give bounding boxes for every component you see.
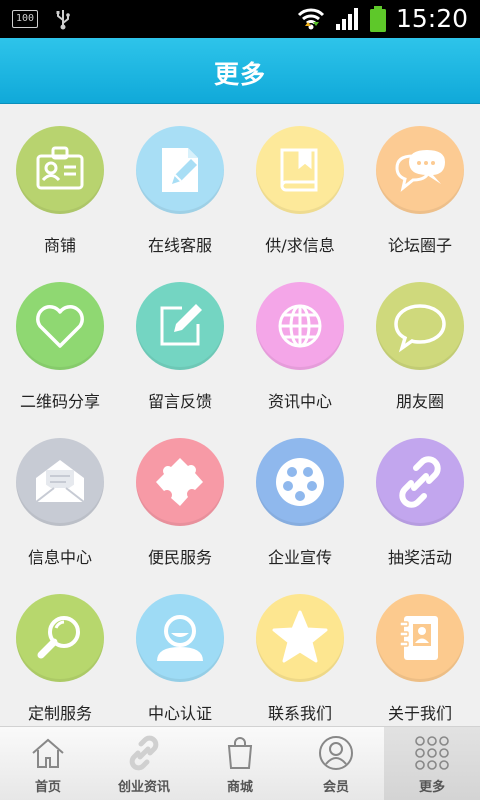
link-icon (376, 438, 464, 526)
shopping-bag-icon (227, 737, 253, 769)
status-bar: 100 15:20 (0, 0, 480, 38)
grid-item-label: 论坛圈子 (387, 236, 452, 255)
grid-item-about-us[interactable]: 关于我们 (360, 572, 480, 726)
grid-item-supply-demand[interactable]: 供/求信息 (240, 104, 360, 260)
battery-icon (369, 5, 386, 32)
document-edit-icon (136, 126, 224, 214)
grid-item-label: 关于我们 (387, 704, 452, 723)
puzzle-icon (136, 438, 224, 526)
grid-item-convenience-service[interactable]: 便民服务 (120, 416, 240, 572)
grid-item-feedback[interactable]: 留言反馈 (120, 260, 240, 416)
grid-item-label: 在线客服 (147, 236, 212, 255)
title-bar: 更多 (0, 38, 480, 104)
heart-icon (16, 282, 104, 370)
chat-bubbles-icon (376, 126, 464, 214)
nav-tab-startup-news[interactable]: 创业资讯 (96, 727, 192, 800)
nav-tab-member[interactable]: 会员 (288, 727, 384, 800)
grid-item-label: 便民服务 (147, 548, 212, 567)
speech-bubble-icon (376, 282, 464, 370)
nav-label: 创业资讯 (117, 780, 170, 795)
clock: 15:20 (395, 4, 468, 33)
grid-item-message-center[interactable]: 信息中心 (0, 416, 120, 572)
status-bar-right: 15:20 (296, 4, 468, 33)
magnifier-icon (16, 594, 104, 682)
grid-item-label: 商铺 (43, 236, 76, 255)
grid-item-certification[interactable]: 中心认证 (120, 572, 240, 726)
grid-item-moments[interactable]: 朋友圈 (360, 260, 480, 416)
link-icon (129, 735, 159, 771)
grid-item-qr-share[interactable]: 二维码分享 (0, 260, 120, 416)
bottom-navigation: 首页 创业资讯 商城 会员 更多 (0, 726, 480, 800)
nav-tab-mall[interactable]: 商城 (192, 727, 288, 800)
envelope-icon (16, 438, 104, 526)
nav-tab-home[interactable]: 首页 (0, 727, 96, 800)
grid-item-custom-service[interactable]: 定制服务 (0, 572, 120, 726)
nav-label: 商城 (226, 780, 253, 795)
grid-item-label: 信息中心 (27, 548, 92, 567)
grid-item-label: 资讯中心 (267, 392, 332, 411)
star-icon (256, 594, 344, 682)
grid-item-label: 二维码分享 (19, 392, 100, 411)
nav-tab-more[interactable]: 更多 (384, 727, 480, 800)
nav-label: 首页 (34, 780, 61, 795)
status-bar-left: 100 (12, 8, 72, 30)
grid-item-news-center[interactable]: 资讯中心 (240, 260, 360, 416)
grid-item-label: 留言反馈 (147, 392, 212, 411)
contacts-book-icon (376, 594, 464, 682)
grid-item-online-service[interactable]: 在线客服 (120, 104, 240, 260)
grid-dots-icon (415, 736, 449, 770)
grid-item-label: 供/求信息 (265, 236, 335, 255)
grid-item-label: 企业宣传 (267, 548, 332, 567)
grid-item-label: 中心认证 (147, 704, 212, 723)
user-icon (136, 594, 224, 682)
grid-item-company-promo[interactable]: 企业宣传 (240, 416, 360, 572)
user-circle-icon (319, 736, 353, 770)
edit-icon (136, 282, 224, 370)
usb-icon (56, 10, 70, 30)
grid-item-contact-us[interactable]: 联系我们 (240, 572, 360, 726)
page-title: 更多 (213, 60, 266, 89)
grid-item-label: 抽奖活动 (387, 548, 452, 567)
grid-item-shop[interactable]: 商铺 (0, 104, 120, 260)
nav-label: 会员 (322, 780, 349, 795)
battery-100-icon: 100 (12, 10, 38, 28)
signal-icon (335, 7, 358, 30)
grid-item-label: 联系我们 (267, 704, 332, 723)
grid-item-lucky-draw[interactable]: 抽奖活动 (360, 416, 480, 572)
wifi-icon (297, 8, 325, 29)
grid-item-label: 朋友圈 (395, 392, 444, 411)
book-icon (256, 126, 344, 214)
globe-icon (256, 282, 344, 370)
feature-grid: 商铺 在线客服 供/求信息 论坛圈子 二维码分享 留言反馈 资讯中心 朋友圈 信… (0, 104, 480, 726)
nav-label: 更多 (418, 780, 445, 795)
id-card-icon (16, 126, 104, 214)
film-reel-icon (256, 438, 344, 526)
home-icon (32, 738, 64, 768)
grid-item-label: 定制服务 (27, 704, 92, 723)
grid-item-forum[interactable]: 论坛圈子 (360, 104, 480, 260)
